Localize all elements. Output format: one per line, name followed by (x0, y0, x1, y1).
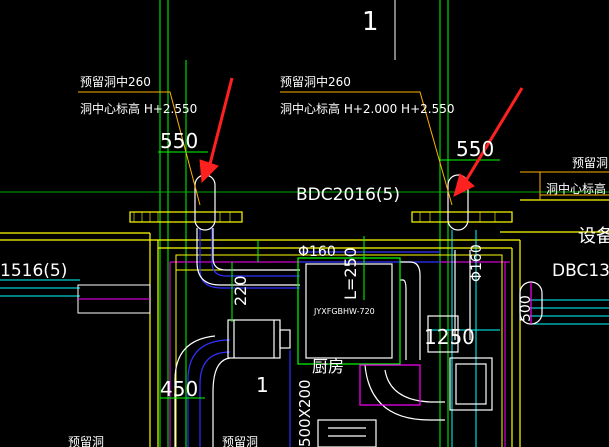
hole-label-mid: 预留洞中260 (280, 74, 351, 89)
hole-label-bottom-left: 预留洞 (68, 435, 104, 447)
hole-label-bottom-mid: 预留洞 (222, 435, 258, 447)
dim-550-right: 550 (456, 137, 494, 161)
hole-elev-mid: 洞中心标高 H+2.000 H+2.550 (280, 101, 455, 116)
grid-number-bottom: 1 (256, 373, 269, 397)
hole-elev-right: 洞中心标高 H (546, 181, 609, 196)
hole-elev-left: 洞中心标高 H+2.550 (80, 101, 197, 116)
room-name: 厨房 (312, 357, 344, 376)
duct-left: 1516(5) (0, 261, 67, 281)
dim-220: 220 (231, 275, 250, 306)
dia-160-right: Φ160 (469, 244, 485, 282)
duct-size-vertical: 500X200 (296, 379, 314, 447)
duct-right: DBC1316( (552, 261, 609, 281)
dim-550-left: 550 (160, 129, 198, 153)
hole-label-left: 预留洞中260 (80, 74, 151, 89)
dim-l250: L=250 (341, 247, 360, 300)
grid-number-top: 1 (362, 7, 379, 37)
dim-1250: 1250 (424, 325, 475, 349)
cad-drawing: 1 预留洞中260 洞中心标高 H+2.550 预留洞中260 洞中心标高 H+… (0, 0, 609, 447)
dia-160-top: Φ160 (298, 244, 336, 260)
dim-500: 500 (518, 295, 534, 322)
duct-bdc: BDC2016(5) (296, 185, 400, 205)
hole-label-right: 预留洞 (572, 156, 608, 170)
dim-450: 450 (160, 377, 198, 401)
unit-code: JYXFGBHW-720 (313, 307, 375, 316)
equipment-room: 设备 (578, 226, 609, 247)
